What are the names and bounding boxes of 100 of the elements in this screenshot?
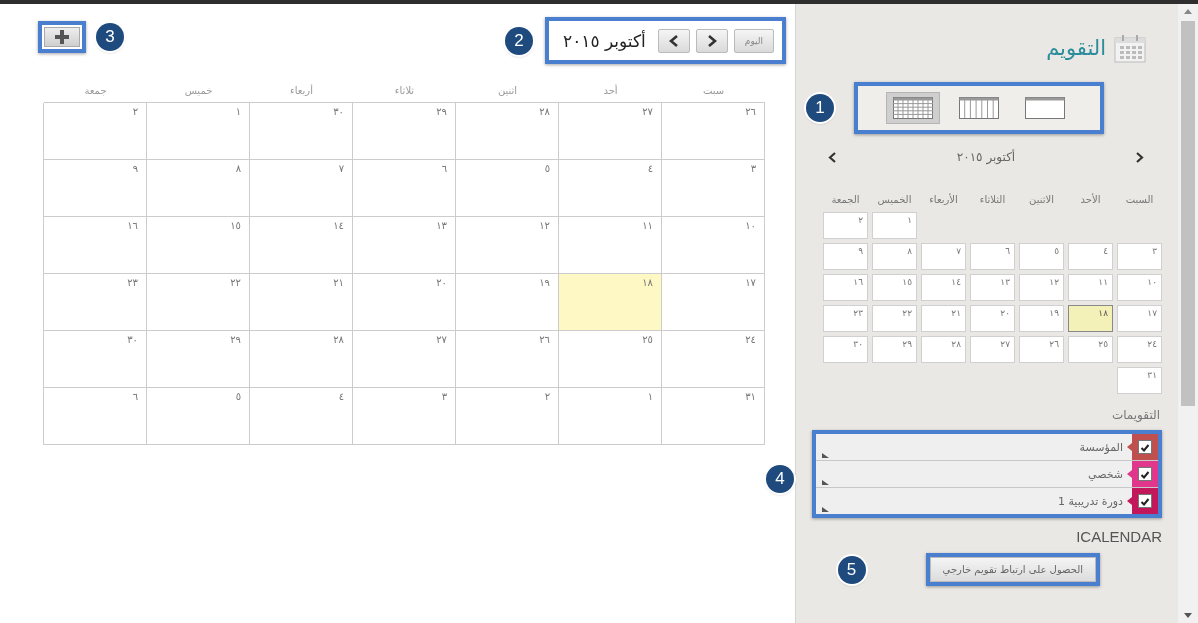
day-cell[interactable]: ٢١	[249, 274, 352, 331]
day-cell[interactable]: ٧	[249, 160, 352, 217]
scroll-up-icon[interactable]	[1183, 8, 1193, 15]
date-cell[interactable]: ١٣	[970, 274, 1015, 301]
day-cell[interactable]: ١	[558, 388, 661, 445]
day-cell[interactable]: ١٩	[455, 274, 558, 331]
date-cell[interactable]: ٣١	[1117, 367, 1162, 394]
day-cell[interactable]: ٣١	[661, 388, 764, 445]
day-cell[interactable]: ٢٨	[249, 331, 352, 388]
day-cell[interactable]: ٢٧	[352, 331, 455, 388]
day-cell[interactable]: ١٣	[352, 217, 455, 274]
next-button[interactable]	[695, 28, 728, 53]
chevron-right-icon	[706, 33, 717, 48]
date-cell[interactable]: ٧	[921, 243, 966, 270]
scroll-down-icon[interactable]	[1183, 612, 1193, 619]
scrollbar[interactable]	[1178, 4, 1198, 623]
date-cell[interactable]: ٢٣	[823, 305, 868, 332]
day-cell[interactable]: ٢	[455, 388, 558, 445]
day-cell[interactable]: ٢٧	[558, 103, 661, 160]
day-cell[interactable]: ٣٠	[249, 103, 352, 160]
calendar-list-item[interactable]: المؤسسة	[816, 434, 1158, 461]
weekday-label: أحد	[602, 85, 619, 96]
day-cell[interactable]: ٣	[661, 160, 764, 217]
day-cell[interactable]: ٢٢	[146, 274, 249, 331]
weekday-label: الاثنين	[1028, 193, 1055, 206]
day-cell[interactable]: ١٦	[43, 217, 146, 274]
day-cell[interactable]: ٦	[352, 160, 455, 217]
day-cell[interactable]: ١٥	[146, 217, 249, 274]
dropdown-triangle-icon[interactable]	[822, 505, 829, 512]
date-cell[interactable]: ١٢	[1019, 274, 1064, 301]
date-cell[interactable]: ١٠	[1117, 274, 1162, 301]
date-cell[interactable]: ٦	[970, 243, 1015, 270]
day-cell[interactable]: ٩	[43, 160, 146, 217]
day-cell[interactable]: ١٠	[661, 217, 764, 274]
weekday-label: خميس	[183, 85, 214, 96]
day-cell[interactable]: ٢	[43, 103, 146, 160]
calendar-list-item[interactable]: شخصي	[816, 461, 1158, 488]
day-cell[interactable]: ٥	[455, 160, 558, 217]
chevron-right-icon[interactable]	[1135, 150, 1144, 164]
day-cell[interactable]: ٨	[146, 160, 249, 217]
date-cell[interactable]: ١٧	[1117, 305, 1162, 332]
checkmark-icon	[1140, 496, 1150, 506]
date-cell[interactable]: ٢٧	[970, 336, 1015, 363]
checkbox[interactable]	[1138, 494, 1152, 508]
day-cell[interactable]: ١٢	[455, 217, 558, 274]
date-cell[interactable]: ١٦	[823, 274, 868, 301]
today-button[interactable]: اليوم	[733, 28, 774, 53]
dropdown-triangle-icon[interactable]	[822, 478, 829, 485]
day-cell[interactable]: ٢٣	[43, 274, 146, 331]
date-cell[interactable]: ١١	[1068, 274, 1113, 301]
date-cell[interactable]: ٢٦	[1019, 336, 1064, 363]
day-cell[interactable]: ٦	[43, 388, 146, 445]
weekday-label: سبت	[701, 85, 726, 96]
day-cell[interactable]: ٤	[249, 388, 352, 445]
date-cell[interactable]: ٥	[1019, 243, 1064, 270]
month-view-button[interactable]	[886, 92, 940, 124]
date-cell[interactable]: ٢٢	[872, 305, 917, 332]
day-cell[interactable]: ٢٩	[146, 331, 249, 388]
date-cell[interactable]: ١٥	[872, 274, 917, 301]
calendar-list-item[interactable]: دورة تدريبية 1	[816, 488, 1158, 514]
day-cell[interactable]: ٤	[558, 160, 661, 217]
date-cell[interactable]: ٨	[872, 243, 917, 270]
previous-button[interactable]	[657, 28, 690, 53]
date-cell[interactable]: ١٤	[921, 274, 966, 301]
day-cell[interactable]: ١	[146, 103, 249, 160]
day-cell[interactable]: ٣	[352, 388, 455, 445]
date-cell[interactable]: ٣٠	[823, 336, 868, 363]
day-cell[interactable]: ٢٤	[661, 331, 764, 388]
dropdown-triangle-icon[interactable]	[822, 451, 829, 458]
date-cell[interactable]: ٢٥	[1068, 336, 1113, 363]
day-cell[interactable]: ١٤	[249, 217, 352, 274]
date-cell[interactable]: ١٨	[1068, 305, 1113, 332]
date-cell[interactable]: ٢	[823, 212, 868, 239]
date-cell[interactable]: ١	[872, 212, 917, 239]
day-cell[interactable]: ٢٩	[352, 103, 455, 160]
date-cell[interactable]: ١٩	[1019, 305, 1064, 332]
date-cell[interactable]: ٢٠	[970, 305, 1015, 332]
day-cell[interactable]: ٢٨	[455, 103, 558, 160]
day-cell[interactable]: ٣٠	[43, 331, 146, 388]
checkbox[interactable]	[1138, 440, 1152, 454]
weekday-label: أربعاء	[289, 85, 314, 96]
add-button[interactable]	[44, 26, 80, 47]
date-cell[interactable]: ٤	[1068, 243, 1113, 270]
date-cell[interactable]: ٩	[823, 243, 868, 270]
day-cell[interactable]: ٢٠	[352, 274, 455, 331]
day-cell[interactable]: ٢٦	[661, 103, 764, 160]
day-cell[interactable]: ٢٥	[558, 331, 661, 388]
day-cell[interactable]: ٢٦	[455, 331, 558, 388]
date-cell[interactable]: ٢٨	[921, 336, 966, 363]
date-cell[interactable]: ٢١	[921, 305, 966, 332]
day-cell[interactable]: ١٨	[558, 274, 661, 331]
callout-number: 1	[806, 94, 834, 122]
external-link-button[interactable]: الحصول على ارتباط تقويم خارجي	[929, 557, 1096, 582]
scroll-thumb[interactable]	[1181, 21, 1195, 406]
day-cell[interactable]: ٥	[146, 388, 249, 445]
checkbox[interactable]	[1138, 467, 1152, 481]
date-cell[interactable]: ٣	[1117, 243, 1162, 270]
chevron-left-icon[interactable]	[828, 150, 837, 164]
date-cell[interactable]: ٢٩	[872, 336, 917, 363]
date-cell[interactable]: ٢٤	[1117, 336, 1162, 363]
